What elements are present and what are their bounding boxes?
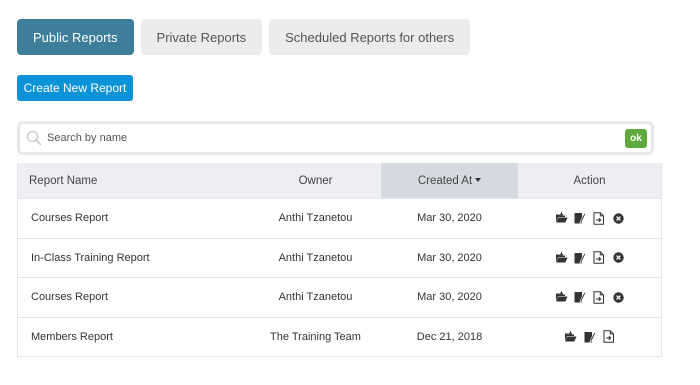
column-header-action: Action [573, 174, 606, 187]
reports-table: Report Name Owner Created At Action Cour… [17, 163, 662, 357]
search-input[interactable] [45, 124, 625, 152]
report-tabs: Public Reports Private Reports Scheduled… [17, 19, 471, 55]
export-icon[interactable] [602, 330, 615, 344]
report-created-at: Dec 21, 2018 [416, 330, 483, 343]
report-owner: Anthi Tzanetou [278, 291, 353, 304]
search-bar: ok [17, 121, 654, 155]
report-owner: Anthi Tzanetou [278, 251, 353, 264]
report-owner: The Training Team [270, 330, 361, 343]
report-created-at: Mar 30, 2020 [417, 212, 482, 225]
open-folder-icon[interactable] [564, 330, 577, 343]
report-name: In-Class Training Report [31, 251, 150, 264]
delete-icon[interactable] [612, 251, 625, 264]
open-folder-icon[interactable] [555, 212, 568, 225]
search-ok-button[interactable]: ok [625, 128, 647, 148]
table-row: In-Class Training Report Anthi Tzanetou … [18, 237, 661, 278]
open-folder-icon[interactable] [555, 251, 568, 264]
search-icon [23, 127, 45, 149]
report-actions [518, 239, 661, 278]
report-created-at: Mar 30, 2020 [417, 251, 482, 264]
column-header-report-name[interactable]: Report Name [18, 163, 250, 198]
report-owner: Anthi Tzanetou [278, 212, 353, 225]
table-header: Report Name Owner Created At Action [18, 163, 661, 198]
report-actions [518, 199, 661, 238]
edit-icon[interactable] [583, 330, 596, 343]
table-row: Courses Report Anthi Tzanetou Mar 30, 20… [18, 198, 661, 238]
table-row: Members Report The Training Team Dec 21,… [18, 316, 661, 357]
column-header-owner[interactable]: Owner [250, 163, 381, 198]
export-icon[interactable] [593, 211, 606, 225]
tab-public-reports[interactable]: Public Reports [17, 19, 134, 55]
sort-desc-icon [475, 178, 482, 182]
report-actions [518, 318, 661, 357]
delete-icon[interactable] [612, 212, 625, 225]
delete-icon[interactable] [612, 291, 625, 304]
report-name: Courses Report [31, 212, 109, 225]
open-folder-icon[interactable] [555, 291, 568, 304]
edit-icon[interactable] [574, 291, 587, 304]
report-created-at: Mar 30, 2020 [417, 291, 482, 304]
export-icon[interactable] [593, 290, 606, 304]
column-header-created-at[interactable]: Created At [381, 163, 518, 198]
report-name: Members Report [31, 330, 113, 343]
report-actions [518, 278, 661, 317]
export-icon[interactable] [593, 251, 606, 265]
table-row: Courses Report Anthi Tzanetou Mar 30, 20… [18, 277, 661, 317]
report-name: Courses Report [31, 291, 109, 304]
edit-icon[interactable] [574, 212, 587, 225]
create-new-report-button[interactable]: Create New Report [17, 75, 133, 101]
tab-scheduled-reports[interactable]: Scheduled Reports for others [269, 19, 471, 55]
edit-icon[interactable] [574, 251, 587, 264]
tab-private-reports[interactable]: Private Reports [140, 19, 263, 55]
